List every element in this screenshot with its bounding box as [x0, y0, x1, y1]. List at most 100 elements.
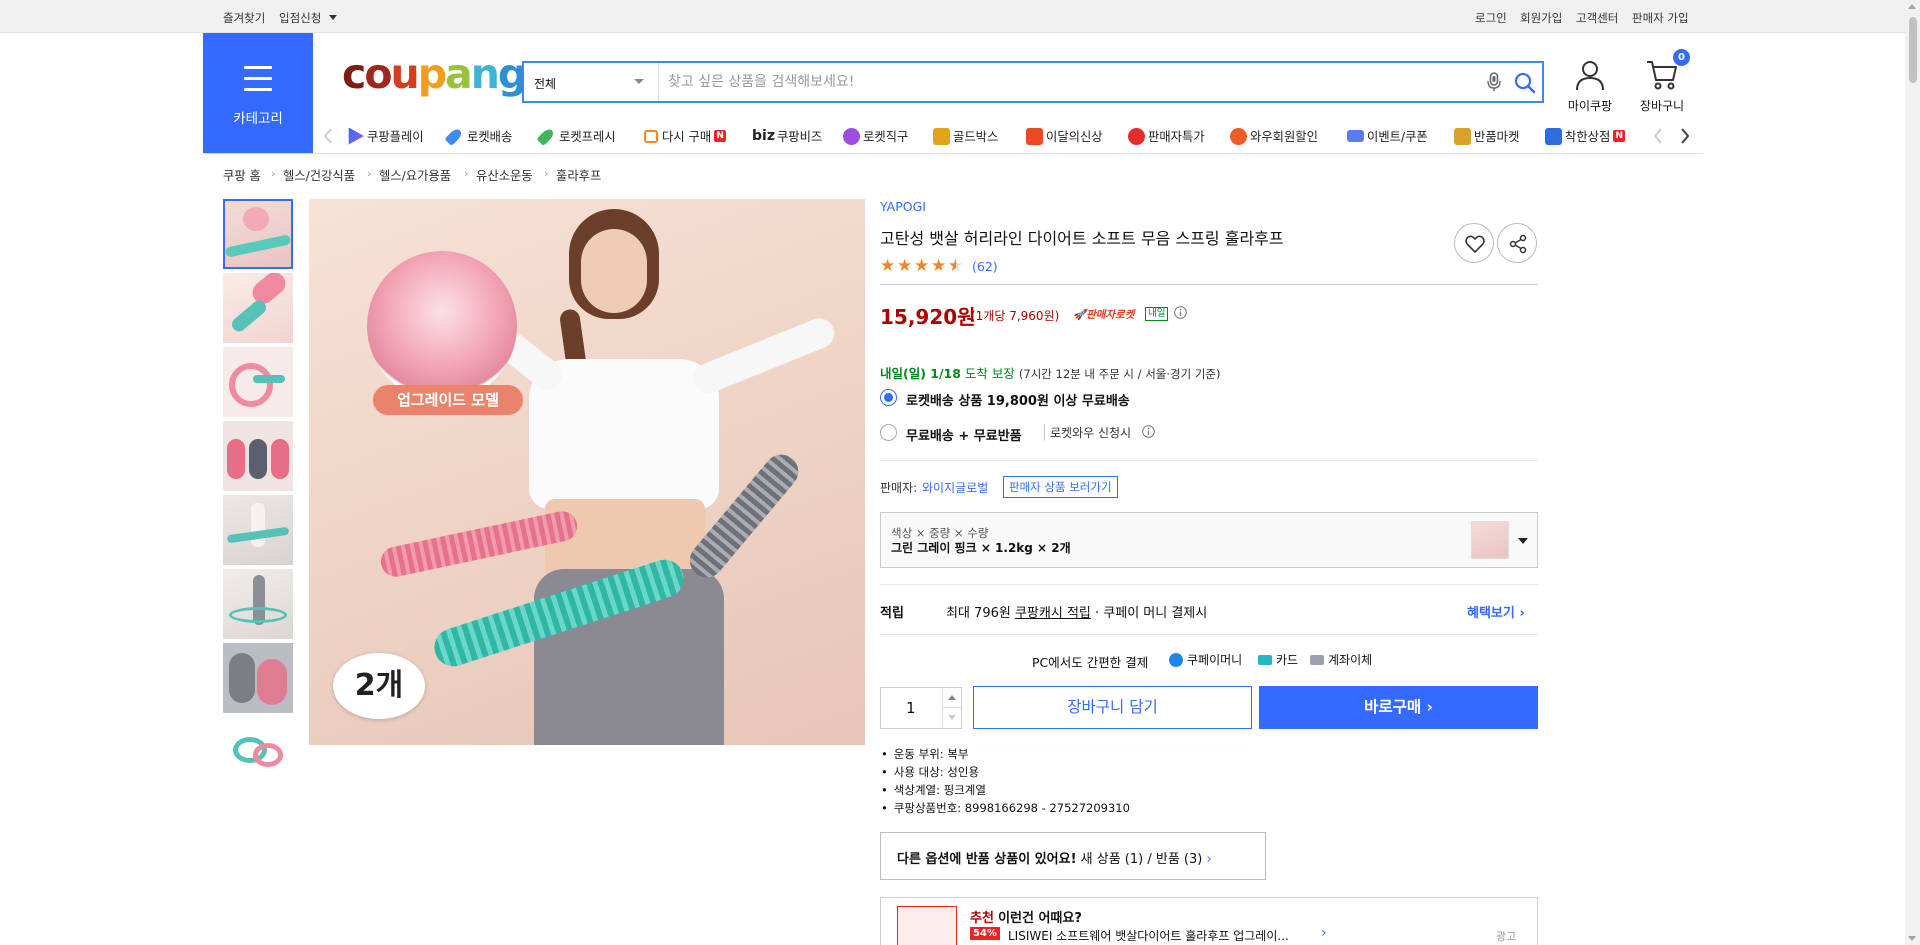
signup-link[interactable]: 회원가입: [1520, 10, 1562, 26]
breadcrumb-item[interactable]: 훌라후프: [556, 166, 601, 184]
quantity-badge: 2개: [333, 653, 425, 719]
thumbnail-image[interactable]: [223, 347, 293, 417]
upgrade-model-badge: 업그레이드 모델: [373, 385, 523, 415]
nav-label: 이벤트/쿠폰: [1367, 130, 1428, 144]
cart-button[interactable]: 장바구니: [1632, 58, 1692, 114]
seller-products-button[interactable]: 판매자 상품 보러가기: [1003, 476, 1118, 498]
free-return-label[interactable]: 무료배송 + 무료반품: [906, 425, 1022, 444]
chevron-right-icon: ›: [1519, 606, 1525, 621]
login-link[interactable]: 로그인: [1475, 10, 1507, 26]
share-button[interactable]: [1497, 223, 1537, 263]
reward-label: 적립: [880, 606, 904, 621]
nav-item-seller-deals[interactable]: 판매자특가: [1128, 127, 1205, 145]
chevron-right-icon[interactable]: ›: [1321, 925, 1327, 941]
nav-item-new-arrivals[interactable]: 이달의신상: [1026, 127, 1103, 145]
nav-label: 로켓프레시: [559, 130, 616, 144]
search-category-select[interactable]: 전체: [524, 63, 659, 101]
coupang-logo[interactable]: coupang: [342, 54, 527, 95]
benefit-link[interactable]: 혜택보기 ›: [1467, 602, 1525, 621]
wishlist-button[interactable]: [1454, 223, 1494, 263]
star-icon: ★: [880, 256, 896, 276]
rocket-shipping-radio[interactable]: [880, 389, 897, 406]
quantity-increase-button[interactable]: [942, 688, 961, 708]
thumbnail-image[interactable]: [223, 199, 293, 269]
globe-icon: [843, 127, 860, 145]
quantity-stepper[interactable]: 1: [880, 687, 962, 729]
rocket-icon: [444, 126, 464, 146]
main-product-image[interactable]: 업그레이드 모델 2개: [309, 199, 865, 745]
bank-icon: [1310, 654, 1324, 665]
nav-item-rebuy[interactable]: 다시 구매 N: [644, 127, 727, 145]
return-options-notice[interactable]: 다른 옵션에 반품 상품이 있어요! 새 상품 (1) / 반품 (3) ›: [880, 832, 1266, 880]
brand-link[interactable]: YAPOGI: [880, 199, 926, 214]
quantity-decrease-button[interactable]: [942, 708, 961, 728]
nav-item-rocket-direct[interactable]: 로켓직구: [843, 127, 908, 145]
review-count-link[interactable]: (62): [972, 259, 998, 274]
seller-apply-link[interactable]: 입점신청: [279, 10, 337, 26]
scrollbar-thumb[interactable]: [1909, 17, 1917, 83]
spec-item: 쿠팡상품번호: 8998166298 - 27527209310: [881, 800, 1130, 816]
rocket-fresh-icon: [536, 126, 556, 146]
seller-signup-link[interactable]: 판매자 가입: [1632, 10, 1689, 26]
page-scrollbar[interactable]: [1905, 0, 1920, 945]
chevron-down-icon: [1518, 538, 1528, 544]
free-return-radio[interactable]: [880, 424, 897, 441]
breadcrumb-home[interactable]: 쿠팡 홈: [223, 166, 261, 184]
nav-item-biz[interactable]: biz 쿠팡비즈: [752, 127, 822, 145]
seller-rocket-badge: 🚀판매자로켓: [1073, 307, 1134, 322]
scroll-down-icon[interactable]: [1908, 936, 1916, 941]
seller-name-link[interactable]: 와이지글로벌: [922, 479, 988, 496]
thumbnail-image[interactable]: [223, 495, 293, 565]
bookmark-link[interactable]: 즐겨찾기: [223, 10, 265, 26]
rating-stars[interactable]: ★ ★ ★ ★ ★ ★: [880, 256, 968, 276]
nav-label: 반품마켓: [1474, 130, 1520, 144]
star-half-icon: ★ ★: [948, 256, 964, 276]
nav-item-good-store[interactable]: 착한상점 N: [1545, 127, 1626, 145]
chevron-right-icon: ›: [1426, 698, 1433, 716]
search-input[interactable]: [668, 71, 1448, 93]
thumbnail-image[interactable]: [223, 717, 293, 787]
return-options-text: 다른 옵션에 반품 상품이 있어요! 새 상품 (1) / 반품 (3) ›: [897, 848, 1212, 867]
shortcut-nav: 쿠팡플레이 로켓배송 로켓프레시 다시 구매 N biz 쿠팡비즈 로켓직구 골드박…: [313, 119, 1703, 153]
thumbnail-image[interactable]: [223, 421, 293, 491]
add-to-cart-button[interactable]: 장바구니 담기: [973, 686, 1252, 729]
chevron-right-icon[interactable]: [1680, 128, 1690, 144]
nav-item-wow-discount[interactable]: 와우회원할인: [1230, 127, 1318, 145]
breadcrumb-item[interactable]: 헬스/요가용품: [379, 166, 451, 184]
thumbnail-image[interactable]: [223, 273, 293, 343]
info-icon[interactable]: [1174, 306, 1187, 319]
search-icon[interactable]: [1514, 72, 1536, 94]
nav-item-rocketfresh[interactable]: 로켓프레시: [536, 126, 616, 146]
nav-item-return-market[interactable]: 반품마켓: [1454, 127, 1519, 145]
nav-item-events[interactable]: 이벤트/쿠폰: [1347, 127, 1428, 145]
nav-item-goldbox[interactable]: 골드박스: [933, 127, 998, 145]
nav-label: 로켓배송: [467, 130, 513, 144]
pay-coupay: 쿠페이머니: [1169, 651, 1242, 668]
breadcrumb-item[interactable]: 헬스/건강식품: [283, 166, 355, 184]
mycoupang-button[interactable]: 마이쿠팡: [1560, 58, 1620, 114]
coupang-cash-link[interactable]: 쿠팡캐시 적립: [1015, 606, 1091, 621]
chevron-left-icon[interactable]: [1653, 128, 1663, 144]
card-icon: [1258, 654, 1272, 665]
thumbnail-image[interactable]: [223, 643, 293, 713]
customer-center-link[interactable]: 고객센터: [1576, 10, 1618, 26]
info-icon[interactable]: [1142, 425, 1155, 438]
recommendation-title[interactable]: LISIWEI 소프트웨어 뱃살다이어트 훌라후프 업그레이...: [1008, 927, 1289, 944]
seller-apply-label: 입점신청: [279, 11, 322, 25]
quantity-value[interactable]: 1: [906, 699, 916, 717]
scroll-up-icon[interactable]: [1908, 4, 1916, 9]
user-icon: [1576, 61, 1604, 91]
option-selector[interactable]: 색상 × 중량 × 수량 그린 그레이 핑크 × 1.2kg × 2개: [880, 512, 1538, 568]
chevron-left-icon[interactable]: [323, 128, 333, 144]
category-menu-button[interactable]: 카테고리: [203, 33, 313, 153]
recommendation-label: 추천: [970, 911, 994, 926]
buy-now-button[interactable]: 바로구매 ›: [1259, 686, 1538, 729]
thumbnail-image[interactable]: [223, 569, 293, 639]
nav-item-rocket[interactable]: 로켓배송: [444, 126, 513, 146]
microphone-icon[interactable]: [1487, 72, 1501, 92]
rocket-shipping-label[interactable]: 로켓배송 상품 19,800원 이상 무료배송: [906, 390, 1130, 409]
recommendation-ad[interactable]: 추천 이런건 어때요? 54% LISIWEI 소프트웨어 뱃살다이어트 훌라후…: [880, 897, 1538, 945]
breadcrumb-item[interactable]: 유산소운동: [476, 166, 533, 184]
nav-item-coupangplay[interactable]: 쿠팡플레이: [347, 127, 424, 145]
pay-transfer: 계좌이체: [1310, 651, 1372, 668]
